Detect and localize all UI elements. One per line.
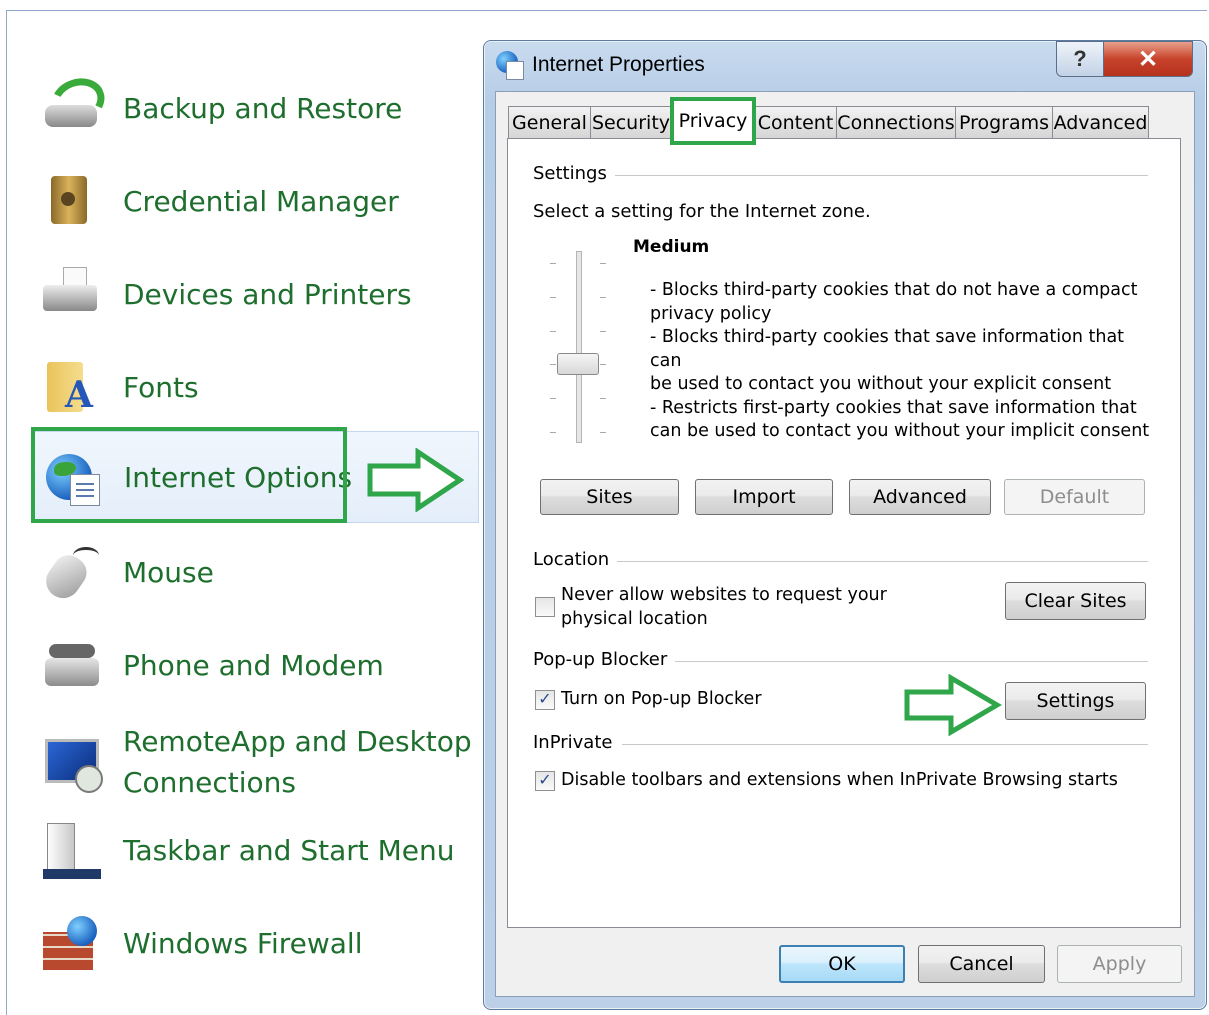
cp-item-fonts[interactable]: A Fonts — [41, 352, 481, 422]
cp-item-phone-and-modem[interactable]: Phone and Modem — [41, 630, 481, 700]
cp-item-windows-firewall[interactable]: Windows Firewall — [41, 908, 481, 978]
divider — [608, 175, 1148, 176]
divider — [658, 661, 1148, 662]
mouse-icon — [39, 541, 103, 605]
privacy-tab-panel: Settings Select a setting for the Intern… — [507, 138, 1181, 928]
clear-sites-button[interactable]: Clear Sites — [1005, 582, 1146, 620]
close-button[interactable]: ✕ — [1103, 41, 1193, 77]
location-checkbox[interactable] — [535, 597, 555, 617]
remote-desktop-icon — [41, 731, 103, 793]
dialog-title: Internet Properties — [532, 53, 705, 76]
cp-item-label: Taskbar and Start Menu — [123, 833, 455, 867]
cp-item-label: Phone and Modem — [123, 648, 384, 682]
inprivate-checkbox-label: Disable toolbars and extensions when InP… — [561, 770, 1118, 790]
fonts-folder-icon: A — [41, 356, 103, 418]
location-checkbox-label: Never allow websites to request your phy… — [561, 585, 887, 629]
cp-item-label: RemoteApp and Desktop Connections — [123, 725, 472, 799]
popup-blocker-checkbox[interactable]: ✓ — [535, 690, 555, 710]
popup-blocker-group-label: Pop-up Blocker — [533, 649, 676, 670]
privacy-level-name: Medium — [633, 237, 710, 257]
tab-connections[interactable]: Connections — [836, 106, 956, 138]
dialog-client-area: General Security Privacy Content Connect… — [495, 91, 1195, 997]
cp-item-label: Mouse — [123, 555, 214, 589]
tab-security[interactable]: Security — [590, 106, 672, 138]
settings-group-label: Settings — [533, 163, 615, 184]
cp-item-mouse[interactable]: Mouse — [39, 537, 481, 607]
backup-icon — [41, 71, 111, 139]
ok-button[interactable]: OK — [779, 945, 905, 983]
cp-item-label: Windows Firewall — [123, 926, 363, 960]
sites-button[interactable]: Sites — [540, 479, 679, 515]
default-button[interactable]: Default — [1004, 479, 1145, 515]
tab-content[interactable]: Content — [754, 106, 837, 138]
inprivate-group-label: InPrivate — [533, 732, 621, 753]
cp-item-taskbar[interactable]: Taskbar and Start Menu — [41, 815, 481, 885]
internet-properties-dialog: Internet Properties ? ✕ General Security… — [483, 40, 1207, 1010]
help-button[interactable]: ? — [1056, 41, 1104, 77]
import-button[interactable]: Import — [695, 479, 833, 515]
printer-icon — [41, 263, 103, 325]
cp-item-backup-and-restore[interactable]: Backup and Restore — [41, 71, 481, 143]
firewall-icon — [41, 912, 103, 974]
advanced-button[interactable]: Advanced — [849, 479, 991, 515]
apply-button[interactable]: Apply — [1057, 945, 1182, 983]
highlight-box-internet-options — [31, 427, 347, 523]
cp-item-remoteapp[interactable]: RemoteApp and Desktop Connections — [41, 717, 481, 807]
cp-item-credential-manager[interactable]: Credential Manager — [41, 166, 481, 236]
highlight-box-privacy-tab — [670, 97, 756, 145]
tab-general[interactable]: General — [508, 106, 591, 138]
cp-item-label: Devices and Printers — [123, 277, 412, 311]
credential-manager-icon — [41, 170, 103, 232]
arrow-right-icon — [903, 674, 1003, 736]
privacy-level-description: - Blocks third-party cookies that do not… — [650, 280, 1150, 441]
inprivate-checkbox[interactable]: ✓ — [535, 771, 555, 791]
popup-settings-button[interactable]: Settings — [1005, 682, 1146, 720]
popup-blocker-checkbox-label: Turn on Pop-up Blocker — [561, 689, 762, 709]
location-group-label: Location — [533, 549, 618, 570]
cp-item-label: Credential Manager — [123, 184, 399, 218]
settings-prompt: Select a setting for the Internet zone. — [533, 201, 871, 222]
taskbar-icon — [41, 819, 103, 881]
cp-item-devices-and-printers[interactable]: Devices and Printers — [41, 259, 481, 329]
divider — [608, 561, 1148, 562]
cp-item-label: Backup and Restore — [123, 91, 403, 125]
internet-properties-icon — [496, 51, 524, 80]
arrow-right-icon — [366, 448, 466, 512]
tab-programs[interactable]: Programs — [955, 106, 1053, 138]
cp-item-label: Fonts — [123, 370, 199, 404]
phone-icon — [41, 634, 103, 696]
cancel-button[interactable]: Cancel — [918, 945, 1045, 983]
divider — [622, 744, 1148, 745]
slider-thumb[interactable] — [557, 353, 599, 375]
tab-advanced[interactable]: Advanced — [1052, 106, 1149, 138]
